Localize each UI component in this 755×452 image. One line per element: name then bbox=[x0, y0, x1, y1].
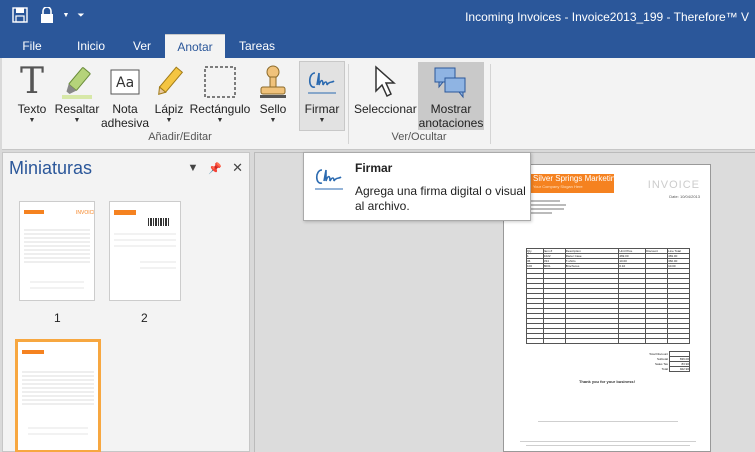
footer-line bbox=[538, 421, 678, 422]
cursor-arrow-icon bbox=[375, 65, 396, 98]
invoice-heading: INVOICE bbox=[647, 179, 700, 191]
tooltip-title: Firmar bbox=[355, 161, 393, 175]
svg-text:Aa: Aa bbox=[116, 75, 134, 91]
thumbnail-page-2[interactable] bbox=[109, 201, 181, 301]
title-bar: ▼ ⏷ Incoming Invoices - Invoice2013_199 … bbox=[0, 0, 755, 34]
menu-tabs: File Inicio Ver Anotar Tareas bbox=[0, 34, 755, 58]
pane-title: Miniaturas bbox=[9, 158, 93, 178]
save-icon[interactable] bbox=[10, 6, 30, 24]
thumbnail-2-preview bbox=[114, 210, 176, 269]
rectangle-icon bbox=[204, 66, 236, 98]
footer-line bbox=[520, 441, 696, 442]
quick-access-toolbar: ▼ ⏷ bbox=[10, 6, 86, 24]
lapiz-button[interactable]: Lápiz ▼ bbox=[152, 62, 186, 130]
group-separator bbox=[348, 64, 349, 144]
nota-adhesiva-button[interactable]: Aa Nota adhesiva bbox=[100, 62, 150, 130]
firmar-dropdown-icon: ▼ bbox=[318, 117, 326, 124]
texto-dropdown-icon: ▼ bbox=[28, 117, 36, 124]
stamp-icon bbox=[260, 65, 286, 98]
signature-icon bbox=[315, 169, 343, 190]
sello-dropdown-icon: ▼ bbox=[269, 117, 277, 124]
firmar-tooltip: Firmar Agrega una firma digital o visual… bbox=[303, 152, 531, 221]
ribbon: T Texto ▼ Resaltar ▼ Aa Nota adhesiva Lá… bbox=[2, 58, 755, 150]
rectangulo-button[interactable]: Rectángulo ▼ bbox=[188, 62, 252, 130]
show-annotations-icon bbox=[434, 67, 466, 99]
group-separator bbox=[490, 64, 491, 144]
seleccionar-button[interactable]: Seleccionar bbox=[354, 62, 417, 130]
thumbnail-page-3[interactable] bbox=[15, 339, 101, 452]
dropdown-arrow-icon[interactable]: ▼ bbox=[62, 6, 70, 24]
pane-dropdown-icon[interactable]: ▼ bbox=[188, 162, 199, 175]
thumbnails-pane: Miniaturas ▼ 📌 ✕ INVOICE 1 2 bbox=[2, 152, 250, 452]
address-block bbox=[530, 200, 570, 216]
invoice-date: Date: 10/04/2013 bbox=[669, 194, 700, 199]
customize-qat-icon[interactable]: ⏷ bbox=[76, 6, 86, 24]
thumbnail-3-preview bbox=[18, 342, 98, 450]
resaltar-button[interactable]: Resaltar ▼ bbox=[53, 62, 101, 130]
firmar-button[interactable]: Firmar ▼ bbox=[299, 61, 345, 131]
document-page[interactable]: Silver Springs Marketing Your Company Sl… bbox=[503, 164, 711, 452]
sello-button[interactable]: Sello ▼ bbox=[254, 62, 292, 130]
texto-button[interactable]: T Texto ▼ bbox=[12, 62, 52, 130]
tab-anotar[interactable]: Anotar bbox=[165, 34, 225, 58]
footer-line bbox=[526, 445, 690, 446]
window-title: Incoming Invoices - Invoice2013_199 - Th… bbox=[465, 10, 749, 24]
thumbnail-page-1[interactable]: INVOICE bbox=[19, 201, 97, 301]
pencil-icon bbox=[158, 66, 184, 95]
close-icon[interactable]: ✕ bbox=[232, 161, 243, 175]
thumbnail-number: 2 bbox=[141, 311, 148, 325]
pin-icon[interactable]: 📌 bbox=[208, 162, 222, 175]
highlighter-icon bbox=[62, 67, 92, 99]
tooltip-body: Agrega una firma digital o visual al arc… bbox=[355, 184, 526, 213]
group-label-add-edit: Añadir/Editar bbox=[148, 131, 212, 143]
lapiz-dropdown-icon: ▼ bbox=[165, 117, 173, 124]
signature-icon bbox=[308, 72, 336, 94]
invoice-items-table: Qty Item # Description Unit Price Discou… bbox=[526, 248, 690, 344]
tab-ver[interactable]: Ver bbox=[122, 34, 162, 58]
invoice-totals-table: Total Discount Subtotal 839.00 Sales Tax 8… bbox=[649, 351, 690, 372]
lock-icon[interactable] bbox=[36, 6, 56, 24]
table-row bbox=[526, 338, 690, 344]
sticky-note-icon: Aa bbox=[110, 69, 140, 95]
company-banner: Silver Springs Marketing Your Company Sl… bbox=[530, 174, 620, 193]
tab-tareas[interactable]: Tareas bbox=[230, 34, 284, 58]
rectangulo-dropdown-icon: ▼ bbox=[216, 117, 224, 124]
tab-file[interactable]: File bbox=[10, 34, 54, 58]
resaltar-dropdown-icon: ▼ bbox=[73, 117, 81, 124]
thumbnail-number: 1 bbox=[54, 311, 61, 325]
tab-inicio[interactable]: Inicio bbox=[66, 34, 116, 58]
thumbnail-1-preview: INVOICE bbox=[24, 210, 97, 289]
mostrar-anotaciones-button[interactable]: Mostrar anotaciones bbox=[418, 62, 484, 130]
svg-text:INVOICE: INVOICE bbox=[76, 210, 94, 216]
group-label-show-hide: Ver/Ocultar bbox=[391, 131, 447, 143]
thank-you-note: Thank you for your business! bbox=[578, 379, 635, 384]
text-tool-icon: T bbox=[19, 61, 44, 102]
